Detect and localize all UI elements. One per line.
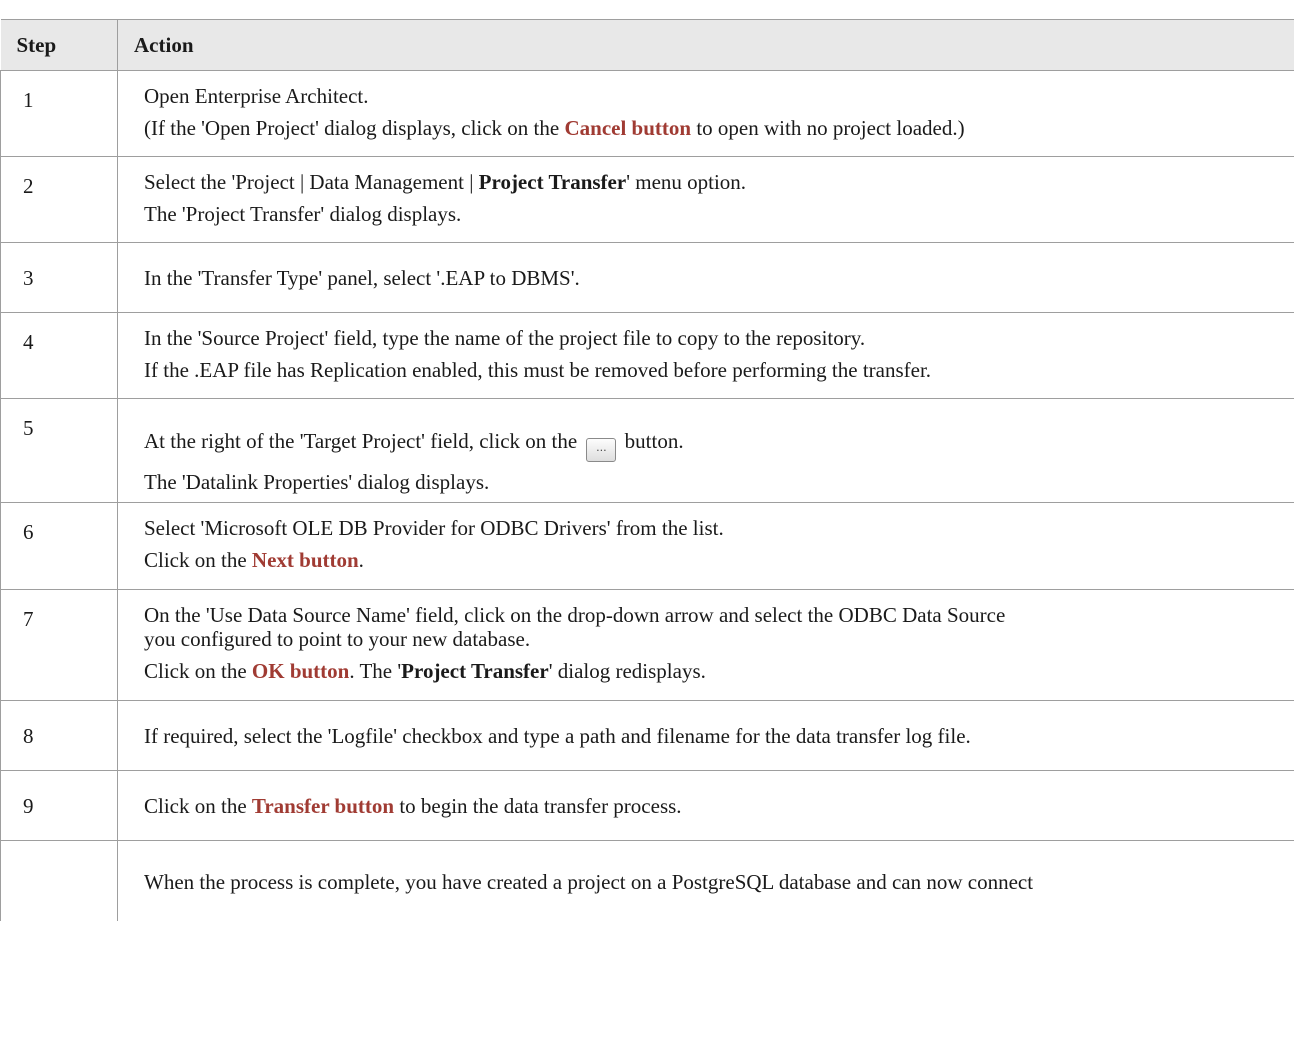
table-row: 4 In the 'Source Project' field, type th… [0,312,1294,399]
next-button-ref: Next button [251,548,359,572]
action-line: Click on the OK button. The 'Project Tra… [144,659,706,683]
action-line: If required, select the 'Logfile' checkb… [144,724,971,748]
step-number [0,840,118,921]
action-line: The 'Project Transfer' dialog displays. [144,202,462,226]
steps-table: Step Action 1 Open Enterprise Architect.… [0,19,1294,921]
table-row: 2 Select the 'Project | Data Management … [0,156,1294,243]
header-action: Action [117,19,1294,71]
table-row: 8 If required, select the 'Logfile' chec… [0,700,1294,771]
step-action: Select the 'Project | Data Management | … [117,156,1294,243]
table-row: When the process is complete, you have c… [0,840,1294,921]
step-action: In the 'Transfer Type' panel, select '.E… [117,242,1294,313]
action-line: In the 'Source Project' field, type the … [144,326,866,350]
step-number: 2 [0,156,118,243]
transfer-button-ref: Transfer button [251,794,395,818]
cancel-button-ref: Cancel button [564,116,692,140]
action-line: Click on the Next button. [144,548,364,572]
action-line: (If the 'Open Project' dialog displays, … [144,116,965,140]
action-line: In the 'Transfer Type' panel, select '.E… [144,266,580,290]
action-line: When the process is complete, you have c… [144,870,1034,894]
table-row: 6 Select 'Microsoft OLE DB Provider for … [0,502,1294,590]
header-step: Step [0,19,118,71]
step-number: 5 [0,398,118,503]
table-row: 7 On the 'Use Data Source Name' field, c… [0,589,1294,701]
table-row: 3 In the 'Transfer Type' panel, select '… [0,242,1294,313]
table-row: 9 Click on the Transfer button to begin … [0,770,1294,841]
action-line: Click on the Transfer button to begin th… [144,794,682,818]
action-line: you configured to point to your new data… [144,627,531,651]
table-header-row: Step Action [0,19,1294,71]
step-action: Select 'Microsoft OLE DB Provider for OD… [117,502,1294,590]
step-action: When the process is complete, you have c… [118,841,1294,921]
ellipsis-button-icon: ... [586,438,617,462]
step-action: On the 'Use Data Source Name' field, cli… [117,589,1294,701]
step-number: 4 [0,312,118,399]
action-line: If the .EAP file has Replication enabled… [144,358,932,382]
step-action: At the right of the 'Target Project' fie… [117,398,1294,503]
ok-button-ref: OK button [251,659,350,683]
action-line: The 'Datalink Properties' dialog display… [144,470,490,494]
step-action: If required, select the 'Logfile' checkb… [117,700,1294,771]
table-row: 5 At the right of the 'Target Project' f… [0,398,1294,503]
step-action: Click on the Transfer button to begin th… [117,770,1294,841]
action-line: At the right of the 'Target Project' fie… [144,429,1291,462]
step-number: 3 [0,242,118,313]
step-number: 9 [0,770,118,841]
table-row: 1 Open Enterprise Architect. (If the 'Op… [0,70,1294,157]
step-action: Open Enterprise Architect. (If the 'Open… [117,70,1294,157]
action-line: Select 'Microsoft OLE DB Provider for OD… [144,516,724,540]
action-line: Select the 'Project | Data Management | … [144,170,747,194]
step-number: 6 [0,502,118,590]
step-action: In the 'Source Project' field, type the … [117,312,1294,399]
step-number: 7 [0,589,118,701]
step-number: 1 [0,70,118,157]
action-line: On the 'Use Data Source Name' field, cli… [144,603,1006,627]
action-line: Open Enterprise Architect. [144,84,369,108]
step-number: 8 [0,700,118,771]
